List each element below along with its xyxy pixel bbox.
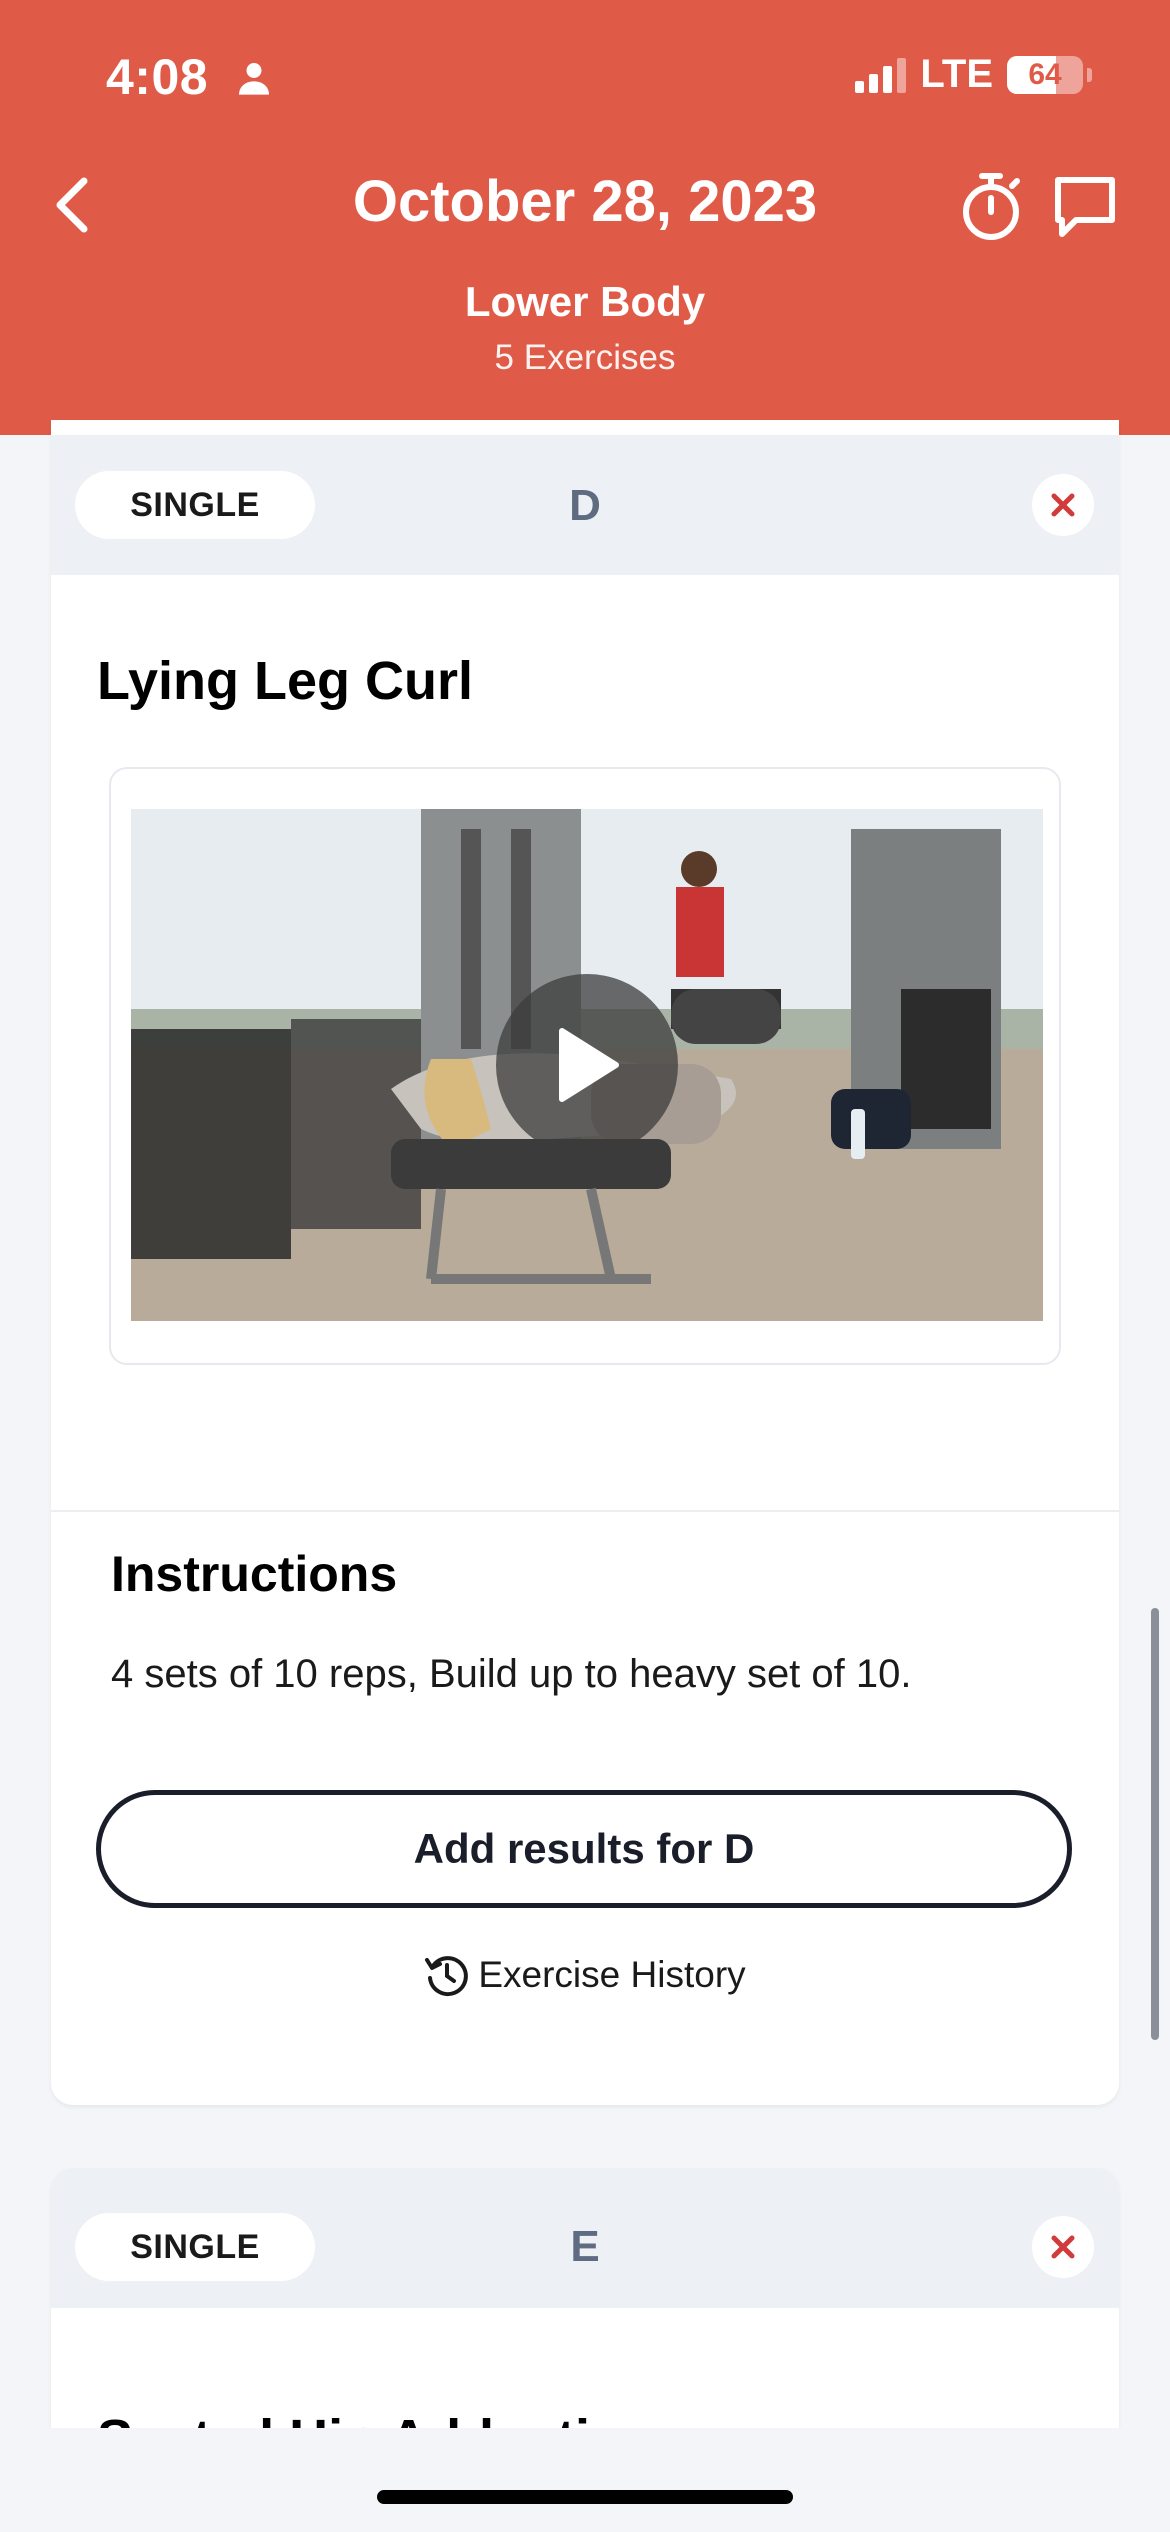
exercise-name: Seated Hip Adduction bbox=[97, 2408, 656, 2428]
exercise-letter: E bbox=[570, 2222, 600, 2271]
exercise-card-header: SINGLE E bbox=[51, 2168, 1119, 2308]
scroll-clip: SINGLE E Seated Hip Adduction bbox=[0, 0, 1170, 2428]
close-icon bbox=[1051, 2235, 1075, 2259]
bottom-safe-area bbox=[0, 2428, 1170, 2532]
exercise-card-e: SINGLE E Seated Hip Adduction bbox=[51, 2168, 1119, 2428]
remove-exercise-button[interactable] bbox=[1032, 2216, 1094, 2278]
scrollbar[interactable] bbox=[1151, 1608, 1159, 2040]
home-indicator[interactable] bbox=[377, 2490, 793, 2504]
